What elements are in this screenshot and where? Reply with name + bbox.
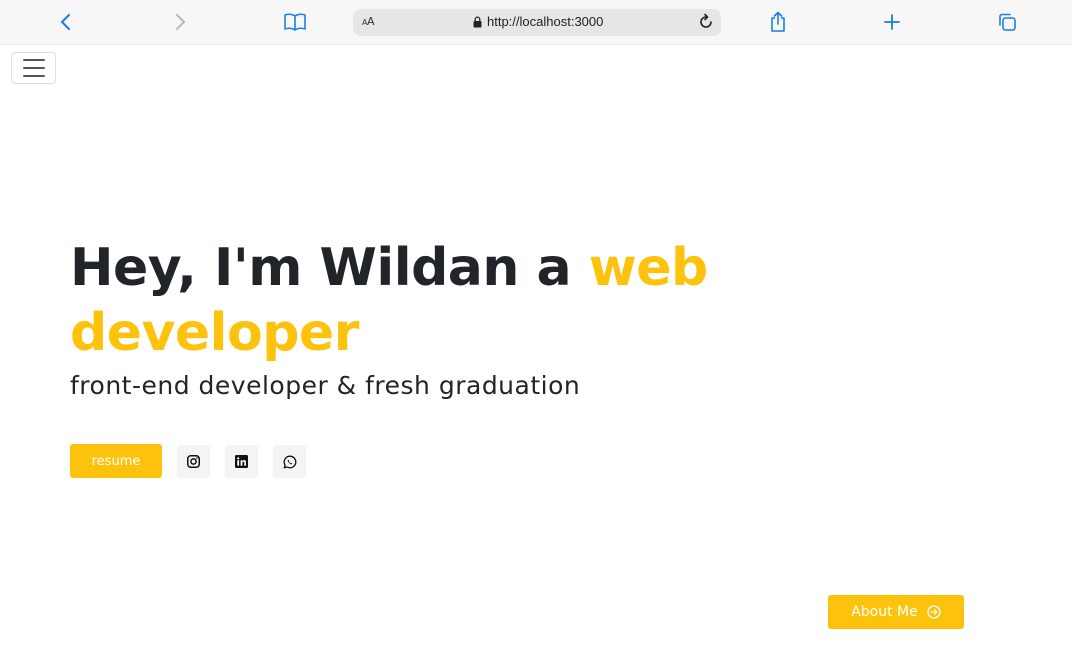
resume-button[interactable]: resume [70,444,162,478]
hero-title-main: Hey, I'm Wildan a [70,238,589,298]
whatsapp-icon [283,455,296,468]
book-icon [284,13,306,31]
share-button[interactable] [764,8,792,36]
chevron-right-icon [176,14,185,30]
tabs-overview-button[interactable] [993,8,1021,36]
instagram-icon [187,455,200,468]
navbar-toggle-button[interactable] [11,52,56,84]
tabs-icon [999,13,1016,31]
arrow-right-circle-icon [927,605,941,619]
plus-icon [884,14,900,30]
hamburger-line [22,75,45,77]
lock-icon [473,15,482,27]
chevron-left-icon [61,14,70,30]
url-display[interactable]: http://localhost:3000 [473,14,603,29]
hamburger-line [22,67,45,69]
instagram-button[interactable] [177,445,210,478]
reload-icon [700,13,712,28]
about-me-label: About Me [851,604,918,620]
share-icon [771,11,785,32]
url-text: http://localhost:3000 [487,14,604,29]
new-tab-button[interactable] [878,8,906,36]
whatsapp-button[interactable] [273,445,306,478]
hamburger-icon [22,59,45,61]
browser-toolbar: AA http://localhost:3000 [0,0,1072,45]
reader-mode-button[interactable]: AA [362,15,375,28]
about-me-button[interactable]: About Me [828,595,964,629]
bookmarks-button[interactable] [281,8,309,36]
back-button[interactable] [52,8,80,36]
hero-subtitle: front-end developer & fresh graduation [70,371,581,400]
linkedin-button[interactable] [225,445,258,478]
hero-title: Hey, I'm Wildan a web developer [70,236,830,366]
address-bar[interactable]: AA http://localhost:3000 [353,9,721,36]
forward-button[interactable] [166,8,194,36]
linkedin-icon [235,455,248,468]
reload-button[interactable] [697,13,715,35]
